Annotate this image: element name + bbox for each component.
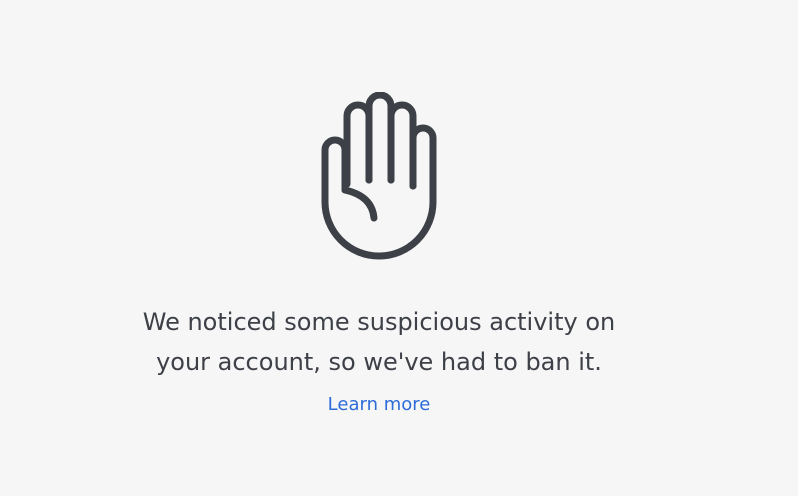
raised-hand-icon [321, 92, 437, 260]
learn-more-link[interactable]: Learn more [279, 392, 479, 418]
ban-message: We noticed some suspicious activity on y… [99, 302, 659, 382]
ban-message-line-1: We noticed some suspicious activity on [142, 308, 616, 336]
ban-notice-page: We noticed some suspicious activity on y… [0, 0, 798, 496]
ban-message-line-2: your account, so we've had to ban it. [156, 348, 602, 376]
